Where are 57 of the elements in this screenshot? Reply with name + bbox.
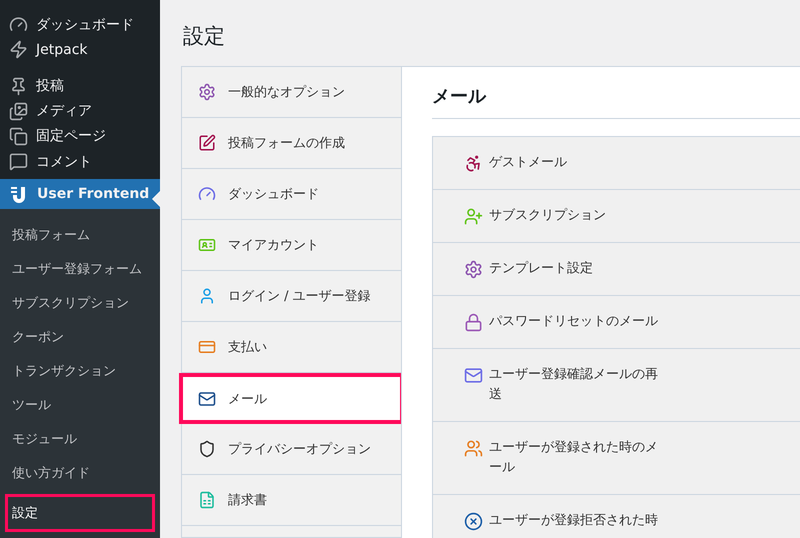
users-icon (464, 438, 483, 458)
submenu-item[interactable]: ユーザー登録フォーム (5, 252, 155, 286)
section-label: ユーザー登録確認メールの再送 (489, 366, 659, 404)
gear-icon (198, 83, 216, 101)
mail-icon (464, 366, 483, 384)
submenu-item[interactable]: 設定 (5, 494, 155, 532)
tab-label: メール (228, 390, 267, 408)
section-label: テンプレート設定 (489, 260, 594, 278)
tab-label: 一般的なオプション (228, 84, 345, 101)
section-label: パスワードリセットのメール (489, 313, 659, 331)
settings-tab[interactable]: メール (179, 373, 404, 424)
email-section-row[interactable]: ユーザーが登録拒否された時 (433, 495, 800, 538)
section-label: ユーザーが登録された時のメール (489, 439, 659, 477)
shield-icon (198, 440, 216, 458)
submenu-item[interactable]: モジュール (5, 422, 155, 456)
email-section-row[interactable]: ゲストメール (433, 137, 800, 190)
edit-icon (198, 134, 216, 152)
email-section-row[interactable]: サブスクリプション (433, 190, 800, 243)
mail-icon (198, 390, 216, 408)
section-label: ゲストメール (489, 154, 568, 172)
user-icon (464, 206, 483, 226)
tab-label: 請求書 (228, 492, 267, 509)
email-section-row[interactable]: テンプレート設定 (433, 243, 800, 296)
tab-label: ダッシュボード (228, 186, 319, 203)
submenu-item[interactable]: 投稿フォーム (5, 218, 155, 252)
payment-icon (198, 338, 216, 356)
tab-label: 支払い (228, 339, 267, 356)
sidebar-item[interactable]: ダッシュボード (0, 12, 160, 38)
email-section-row[interactable]: パスワードリセットのメール (433, 296, 800, 349)
submenu-item[interactable]: サブスクリプション (5, 286, 155, 320)
gauge-icon (198, 185, 216, 203)
sidebar-item[interactable]: メディア (0, 98, 160, 124)
tab-label: プライバシーオプション (228, 441, 371, 458)
tab-label: 投稿フォームの作成 (228, 135, 345, 152)
sidebar-item[interactable]: 投稿 (0, 73, 160, 99)
sidebar-item[interactable]: User Frontend (0, 179, 160, 209)
sidebar-item[interactable]: コメント (0, 149, 160, 174)
email-section-row[interactable]: ユーザーが登録された時のメール (433, 422, 800, 495)
submenu-item[interactable]: トランザクション (5, 354, 155, 388)
user-icon (198, 287, 216, 305)
close-circle-icon (464, 512, 483, 530)
lock-icon (464, 312, 483, 332)
submenu-item[interactable]: ツール (5, 388, 155, 422)
section-label: ユーザーが登録拒否された時 (489, 512, 659, 530)
section-label: サブスクリプション (489, 207, 607, 225)
tab-label: ログイン / ユーザー登録 (228, 288, 371, 305)
sidebar-item[interactable]: 固定ページ (0, 124, 160, 150)
tab-label: マイアカウント (228, 237, 319, 254)
email-section-row[interactable]: ユーザー登録確認メールの再送 (433, 349, 800, 422)
gear-icon (464, 260, 483, 278)
document-icon (198, 491, 216, 509)
submenu-item[interactable]: クーポン (5, 320, 155, 354)
submenu-item[interactable]: 使い方ガイド (5, 456, 155, 490)
page-title: 設定 (183, 23, 226, 50)
sidebar-item[interactable]: Jetpack (0, 37, 160, 62)
section-title: メール (432, 67, 800, 119)
id-card-icon (198, 236, 216, 254)
